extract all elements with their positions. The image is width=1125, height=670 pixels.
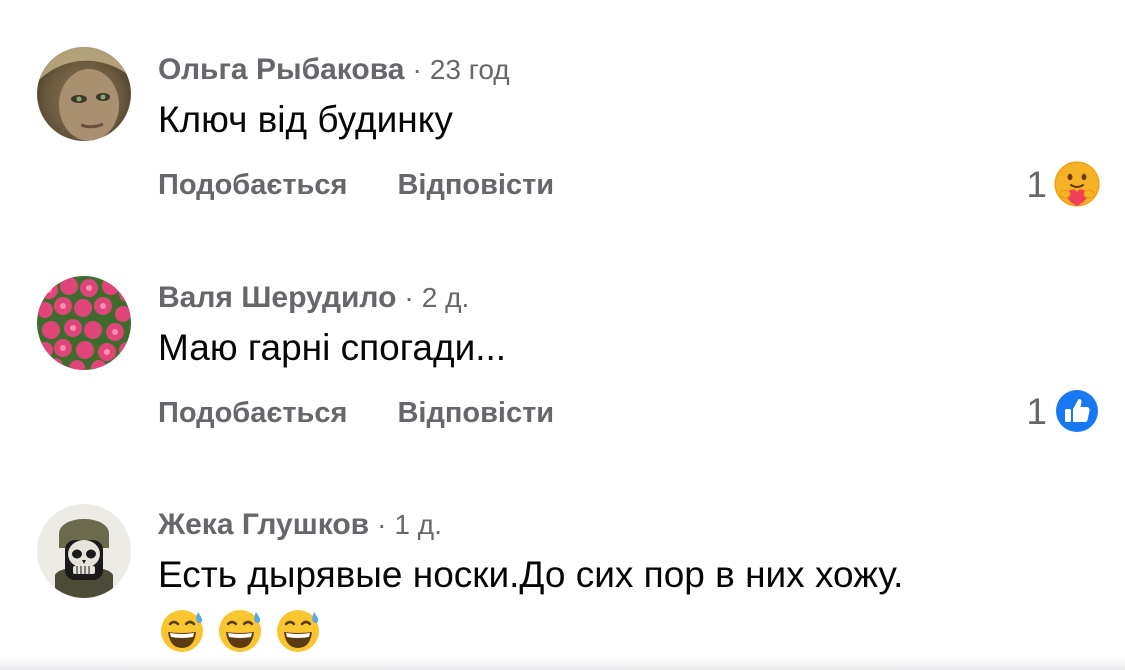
avatar[interactable] [37,276,131,370]
avatar-photo [37,276,131,370]
comment-actions: Подобається Відповісти [158,399,554,428]
comment-timestamp[interactable]: 23 год [430,54,510,85]
comment-meta: Жека Глушков · 1 д. [158,510,442,540]
reaction-summary[interactable]: 1 [1026,387,1101,435]
care-icon [1054,161,1100,207]
reply-button[interactable]: Відповісти [397,171,554,200]
comment-actions: Подобається Відповісти [158,171,554,200]
like-icon [1054,388,1100,434]
reaction-count: 1 [1026,163,1047,205]
like-button[interactable]: Подобається [158,399,347,428]
reaction-count: 1 [1026,390,1047,432]
grinning-sweat-emoji [219,610,261,652]
comment-author[interactable]: Ольга Рыбакова [158,53,404,86]
grinning-sweat-emoji [161,610,203,652]
comment-timestamp[interactable]: 2 д. [422,282,469,313]
avatar[interactable] [37,47,131,141]
avatar-photo [37,504,131,598]
comment-text: Есть дырявые носки.До сих пор в них хожу… [158,554,904,595]
comment-author[interactable]: Валя Шерудило [158,281,396,314]
comment-author[interactable]: Жека Глушков [158,508,369,541]
comment-meta: Валя Шерудило · 2 д. [158,283,469,313]
reply-button[interactable]: Відповісти [397,399,554,428]
emoji-row [158,606,322,654]
separator-dot: · [412,54,422,85]
comment-timestamp[interactable]: 1 д. [394,509,441,540]
bottom-edge [0,658,1125,670]
reaction-summary[interactable]: 1 [1026,160,1101,208]
like-button[interactable]: Подобається [158,171,347,200]
avatar[interactable] [37,504,131,598]
separator-dot: · [404,282,414,313]
comment-text: Маю гарні спогади... [158,327,507,368]
comment-text: Ключ від будинку [158,99,453,140]
avatar-photo [37,47,131,141]
separator-dot: · [377,509,387,540]
comment-meta: Ольга Рыбакова · 23 год [158,55,510,85]
grinning-sweat-emoji [277,610,319,652]
